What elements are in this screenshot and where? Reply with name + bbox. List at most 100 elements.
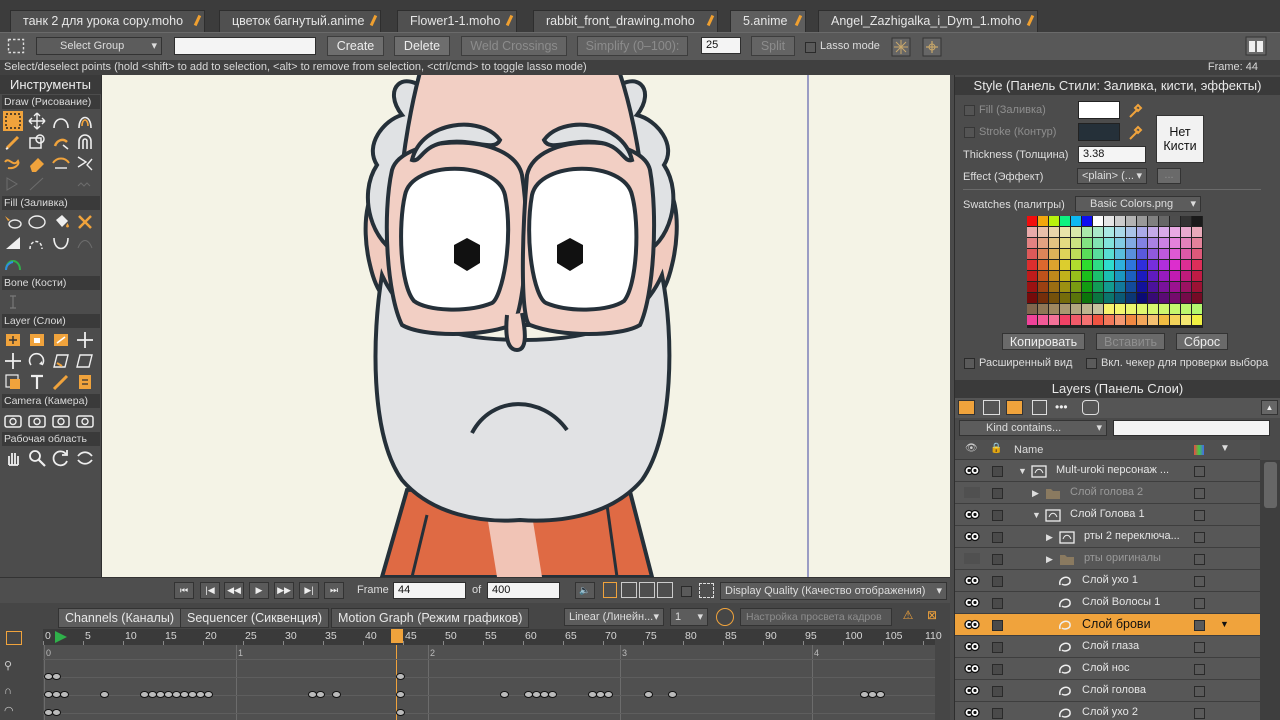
layer-row[interactable]: ▶ рты оригиналы — [955, 548, 1260, 570]
palette-swatch[interactable] — [1082, 271, 1092, 281]
palette-swatch[interactable] — [1104, 260, 1114, 270]
keyframe[interactable] — [500, 691, 509, 698]
palette-swatch[interactable] — [1082, 249, 1092, 259]
rewind-icon[interactable]: ⏮ — [174, 582, 194, 599]
palette-swatch[interactable] — [1181, 227, 1191, 237]
bone-tool-icon[interactable] — [3, 292, 23, 312]
fill-color-swatch[interactable] — [1078, 101, 1120, 119]
layer-color-checkbox[interactable] — [1194, 576, 1205, 587]
keyframe[interactable] — [332, 691, 341, 698]
more-options-icon[interactable]: ••• — [1055, 401, 1068, 413]
roll-camera-tool-icon[interactable] — [51, 410, 71, 430]
palette-swatch[interactable] — [1170, 271, 1180, 281]
palette-swatch[interactable] — [1181, 282, 1191, 292]
palette-swatch[interactable] — [1071, 293, 1081, 303]
palette-swatch[interactable] — [1148, 260, 1158, 270]
hidden-eye-icon[interactable] — [964, 553, 980, 564]
palette-swatch[interactable] — [1181, 216, 1191, 226]
palette-swatch[interactable] — [1082, 293, 1092, 303]
color-points-tool-icon[interactable] — [3, 254, 23, 274]
switch-layer-tool-icon[interactable] — [3, 372, 23, 392]
brush-button[interactable]: Нет Кисти — [1156, 115, 1204, 163]
transform-points-tool-icon[interactable] — [27, 111, 47, 131]
palette-swatch[interactable] — [1104, 227, 1114, 237]
layer-color-checkbox[interactable] — [1194, 466, 1205, 477]
palette-swatch[interactable] — [1192, 271, 1202, 281]
palette-swatch[interactable] — [1170, 315, 1180, 325]
layer-select-checkbox[interactable] — [992, 488, 1003, 499]
visibility-eye-icon[interactable] — [964, 465, 980, 476]
palette-swatch[interactable] — [1137, 227, 1147, 237]
layer-select-checkbox[interactable] — [992, 466, 1003, 477]
palette-swatch[interactable] — [1159, 293, 1169, 303]
curve-exposure-tool-icon[interactable] — [75, 233, 95, 253]
play-icon[interactable]: ▶ — [249, 582, 269, 599]
palette-swatch[interactable] — [1192, 260, 1202, 270]
layers-scrollbar[interactable] — [1260, 460, 1280, 720]
palette-swatch[interactable] — [1071, 249, 1081, 259]
view-options-checkbox[interactable] — [681, 586, 692, 597]
palette-swatch[interactable] — [1049, 216, 1059, 226]
palette-swatch[interactable] — [1027, 238, 1037, 248]
safe-frame-icon[interactable] — [699, 583, 714, 598]
layer-row[interactable]: Слой голова — [955, 680, 1260, 702]
layer-select-checkbox[interactable] — [992, 708, 1003, 719]
palette-swatch[interactable] — [1104, 293, 1114, 303]
name-column-header[interactable]: Name — [1014, 444, 1043, 456]
palette-swatch[interactable] — [1192, 293, 1202, 303]
onion-skin-icon[interactable] — [716, 608, 734, 626]
library-book-icon[interactable] — [1245, 36, 1267, 56]
tab-channels[interactable]: Channels (Каналы) — [58, 608, 181, 628]
palette-swatch[interactable] — [1170, 238, 1180, 248]
freehand-tool-icon[interactable] — [3, 132, 23, 152]
palette-swatch[interactable] — [1093, 227, 1103, 237]
layer-select-checkbox[interactable] — [992, 598, 1003, 609]
palette-swatch[interactable] — [1027, 216, 1037, 226]
palette-swatch[interactable] — [1060, 304, 1070, 314]
keyframe[interactable] — [60, 691, 69, 698]
palette-swatch[interactable] — [1126, 260, 1136, 270]
layer-select-checkbox[interactable] — [992, 510, 1003, 521]
select-shape-tool-icon[interactable] — [3, 212, 23, 232]
blob-brush-tool-icon[interactable] — [51, 132, 71, 152]
palette-swatch[interactable] — [1126, 216, 1136, 226]
layer-select-checkbox[interactable] — [992, 664, 1003, 675]
sort-header-icon[interactable]: ▼ — [1220, 443, 1230, 454]
palette-swatch[interactable] — [1115, 238, 1125, 248]
new-layer-icon[interactable] — [958, 400, 975, 415]
palette-swatch[interactable] — [1082, 315, 1092, 325]
visibility-eye-icon[interactable] — [964, 685, 980, 696]
layer-row[interactable]: Слой глаза — [955, 636, 1260, 658]
transform-layer-tool-icon[interactable] — [75, 330, 95, 350]
palette-swatch[interactable] — [1027, 271, 1037, 281]
palette-swatch[interactable] — [1038, 282, 1048, 292]
zoom-magnifier-tool-icon[interactable] — [27, 448, 47, 468]
swatches-dropdown[interactable]: Basic Colors.png — [1075, 196, 1201, 212]
paste-button[interactable]: Вставить — [1096, 333, 1165, 350]
show-handles-icon[interactable] — [922, 37, 942, 57]
palette-swatch[interactable] — [1159, 227, 1169, 237]
palette-swatch[interactable] — [1082, 304, 1092, 314]
palette-swatch[interactable] — [1038, 271, 1048, 281]
palette-swatch[interactable] — [1027, 249, 1037, 259]
current-frame-input[interactable]: 44 — [393, 582, 466, 599]
palette-swatch[interactable] — [1159, 216, 1169, 226]
lasso-mode-checkbox[interactable] — [805, 42, 816, 53]
rotate-workspace-tool-icon[interactable] — [51, 448, 71, 468]
palette-swatch[interactable] — [1159, 315, 1169, 325]
palette-swatch[interactable] — [1060, 282, 1070, 292]
tab-tank[interactable]: танк 2 для урока copy.moho — [10, 10, 205, 32]
palette-swatch[interactable] — [1137, 271, 1147, 281]
warning-triangle-icon[interactable]: ⚠ — [898, 608, 918, 626]
collapse-panel-icon[interactable]: ▲ — [1261, 400, 1278, 415]
paint-bucket-tool-icon[interactable] — [51, 212, 71, 232]
palette-swatch[interactable] — [1192, 249, 1202, 259]
palette-swatch[interactable] — [1181, 238, 1191, 248]
point-reduction-tool-icon[interactable] — [51, 153, 71, 173]
color-palette[interactable] — [1027, 216, 1203, 328]
keyframe[interactable] — [396, 673, 405, 680]
stroke-eyedropper-icon[interactable] — [1127, 123, 1143, 141]
delete-layer-icon[interactable] — [1032, 400, 1047, 415]
fill-eyedropper-icon[interactable] — [1127, 101, 1143, 119]
new-group-icon[interactable] — [1006, 400, 1023, 415]
